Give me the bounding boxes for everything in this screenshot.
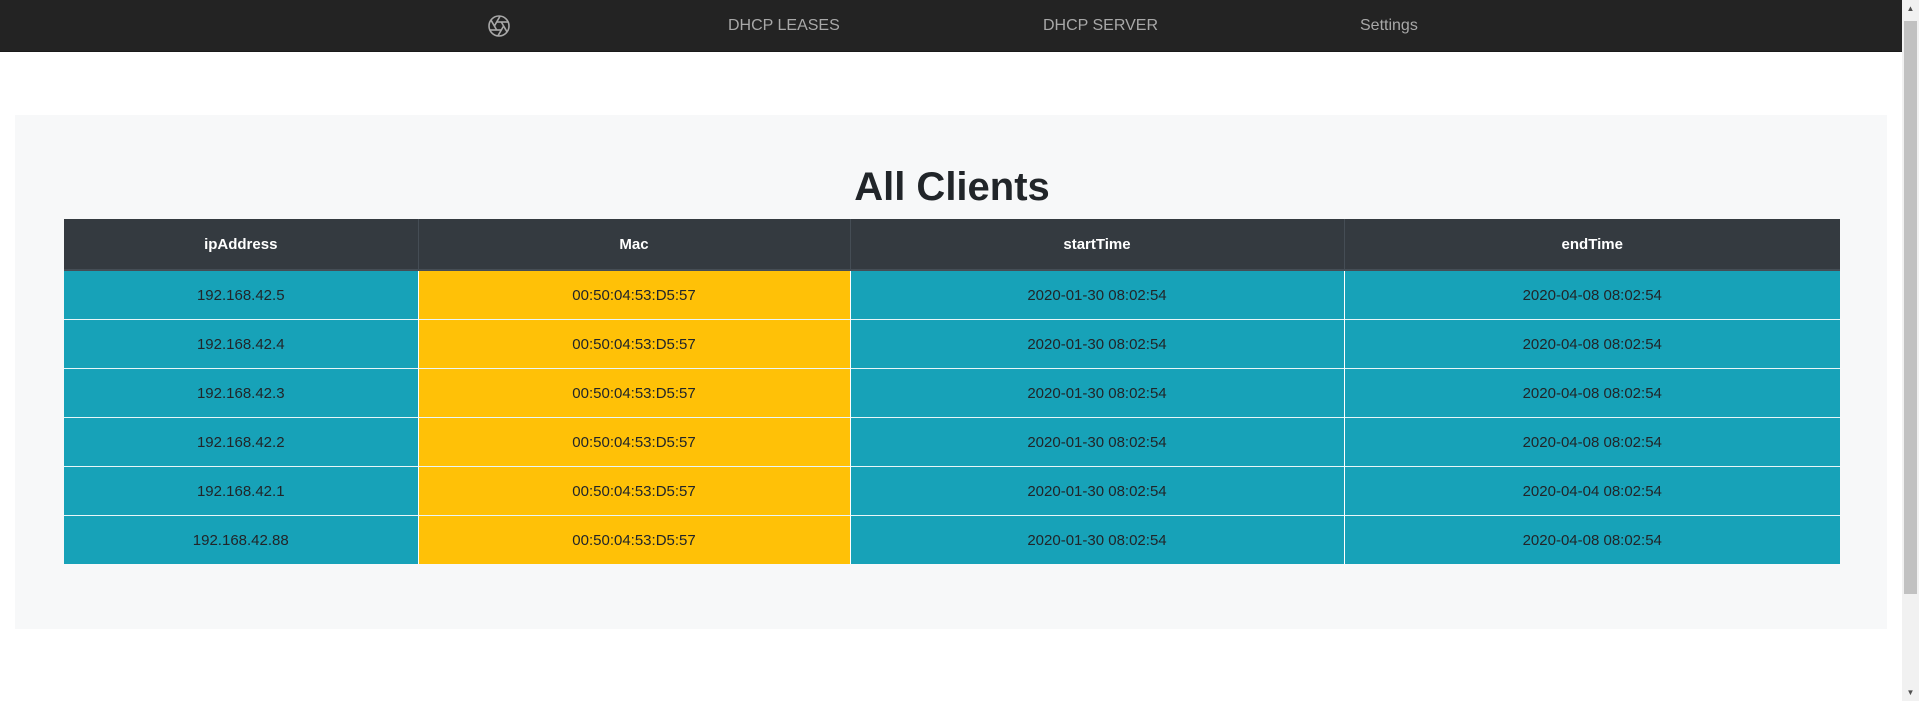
mac-cell: 00:50:04:53:D5:57 [418, 515, 851, 564]
scroll-up-arrow-icon[interactable]: ▲ [1902, 0, 1919, 17]
end-time-cell: 2020-04-08 08:02:54 [1344, 368, 1840, 418]
page-title: All Clients [854, 165, 1050, 209]
table-header-row: ipAddress Mac startTime endTime [64, 219, 1840, 271]
ip-address-cell: 192.168.42.5 [64, 269, 419, 320]
table-row[interactable]: 192.168.42.4 00:50:04:53:D5:57 2020-01-3… [64, 319, 1840, 369]
mac-cell: 00:50:04:53:D5:57 [418, 466, 851, 516]
ip-address-cell: 192.168.42.1 [64, 466, 419, 516]
table-row[interactable]: 192.168.42.88 00:50:04:53:D5:57 2020-01-… [64, 515, 1840, 564]
clients-table: ipAddress Mac startTime endTime 192.168.… [64, 219, 1840, 564]
nav-link-settings[interactable]: Settings [1360, 17, 1418, 35]
nav-link-dhcp-leases[interactable]: DHCP LEASES [728, 17, 840, 35]
mac-cell: 00:50:04:53:D5:57 [418, 368, 851, 418]
vertical-scrollbar[interactable]: ▲ ▼ [1902, 0, 1919, 701]
table-row[interactable]: 192.168.42.2 00:50:04:53:D5:57 2020-01-3… [64, 417, 1840, 467]
column-header-start-time[interactable]: startTime [850, 219, 1345, 271]
start-time-cell: 2020-01-30 08:02:54 [850, 417, 1345, 467]
column-header-ip-address[interactable]: ipAddress [64, 219, 419, 271]
table-row[interactable]: 192.168.42.1 00:50:04:53:D5:57 2020-01-3… [64, 466, 1840, 516]
start-time-cell: 2020-01-30 08:02:54 [850, 368, 1345, 418]
mac-cell: 00:50:04:53:D5:57 [418, 319, 851, 369]
ip-address-cell: 192.168.42.3 [64, 368, 419, 418]
start-time-cell: 2020-01-30 08:02:54 [850, 269, 1345, 320]
end-time-cell: 2020-04-08 08:02:54 [1344, 417, 1840, 467]
nav-link-dhcp-server[interactable]: DHCP SERVER [1043, 17, 1158, 35]
end-time-cell: 2020-04-08 08:02:54 [1344, 319, 1840, 369]
aperture-icon[interactable] [487, 14, 511, 38]
column-header-mac[interactable]: Mac [418, 219, 851, 271]
table-row[interactable]: 192.168.42.3 00:50:04:53:D5:57 2020-01-3… [64, 368, 1840, 418]
scrollbar-thumb[interactable] [1904, 21, 1917, 594]
table-row[interactable]: 192.168.42.5 00:50:04:53:D5:57 2020-01-3… [64, 269, 1840, 320]
start-time-cell: 2020-01-30 08:02:54 [850, 319, 1345, 369]
ip-address-cell: 192.168.42.4 [64, 319, 419, 369]
ip-address-cell: 192.168.42.2 [64, 417, 419, 467]
end-time-cell: 2020-04-08 08:02:54 [1344, 515, 1840, 564]
start-time-cell: 2020-01-30 08:02:54 [850, 466, 1345, 516]
start-time-cell: 2020-01-30 08:02:54 [850, 515, 1345, 564]
column-header-end-time[interactable]: endTime [1344, 219, 1840, 271]
end-time-cell: 2020-04-08 08:02:54 [1344, 269, 1840, 320]
end-time-cell: 2020-04-04 08:02:54 [1344, 466, 1840, 516]
ip-address-cell: 192.168.42.88 [64, 515, 419, 564]
mac-cell: 00:50:04:53:D5:57 [418, 417, 851, 467]
mac-cell: 00:50:04:53:D5:57 [418, 269, 851, 320]
top-navbar: DHCP LEASES DHCP SERVER Settings [0, 0, 1902, 52]
scroll-down-arrow-icon[interactable]: ▼ [1902, 684, 1919, 701]
